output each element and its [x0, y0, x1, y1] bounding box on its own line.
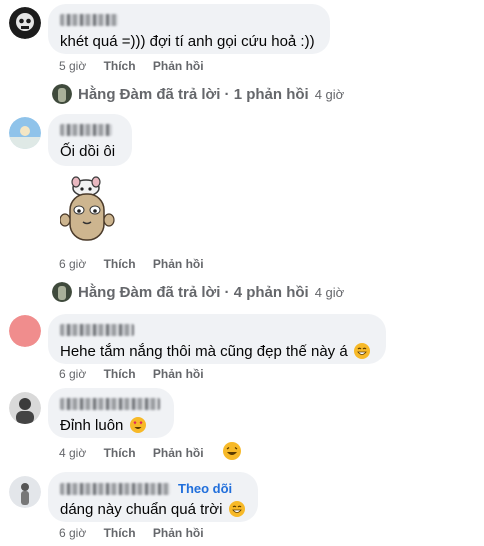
avatar[interactable] — [9, 7, 41, 39]
comment-actions: 6 giờ Thích Phản hồi — [59, 526, 218, 540]
reply-button[interactable]: Phản hồi — [153, 367, 204, 381]
comment-actions: 5 giờ Thích Phản hồi — [59, 59, 218, 73]
haha-reaction-icon[interactable] — [223, 442, 241, 460]
comment-time[interactable]: 6 giờ — [59, 526, 86, 540]
reply-button[interactable]: Phản hồi — [153, 526, 204, 540]
comment-text: dáng này chuẩn quá trời — [60, 500, 246, 520]
view-replies-link[interactable]: Hằng Đàm đã trả lời · 4 phản hồi 4 giờ — [52, 282, 344, 302]
commenter-header: Theo dõi — [60, 481, 246, 496]
comment-time[interactable]: 6 giờ — [59, 367, 86, 381]
comment-time[interactable]: 5 giờ — [59, 59, 86, 73]
comment-text: Đỉnh luôn — [60, 416, 162, 436]
grinning-emoji-icon — [228, 501, 245, 517]
heart-eyes-emoji-icon — [129, 417, 146, 433]
commenter-name-blurred[interactable] — [60, 14, 118, 26]
avatar[interactable] — [9, 392, 41, 424]
like-button[interactable]: Thích — [104, 526, 136, 540]
avatar[interactable] — [9, 117, 41, 149]
follow-button[interactable]: Theo dõi — [178, 481, 232, 496]
like-button[interactable]: Thích — [104, 446, 136, 460]
reply-summary-time: 4 giờ — [314, 86, 345, 102]
reply-summary-time: 4 giờ — [314, 284, 345, 300]
reply-button[interactable]: Phản hồi — [153, 257, 204, 271]
grinning-emoji-icon — [353, 343, 370, 359]
reply-button[interactable]: Phản hồi — [153, 59, 204, 73]
replier-avatar — [52, 84, 72, 104]
replier-avatar — [52, 282, 72, 302]
comment-bubble: Ối dồi ôi — [48, 114, 132, 166]
comment-bubble: khét quá =))) đợi tí anh gọi cứu hoả :)) — [48, 4, 330, 54]
comment-bubble: Đỉnh luôn — [48, 388, 174, 438]
comment-bubble: Hehe tắm nắng thôi mà cũng đẹp thế này á — [48, 314, 386, 364]
comment-actions: 6 giờ Thích Phản hồi — [59, 367, 218, 381]
view-replies-link[interactable]: Hằng Đàm đã trả lời · 1 phản hồi 4 giờ — [52, 84, 344, 104]
comment-text: Ối dồi ôi — [60, 143, 116, 160]
avatar[interactable] — [9, 315, 41, 347]
reply-summary-label: Hằng Đàm đã trả lời · 4 phản hồi — [78, 283, 309, 301]
comment-time[interactable]: 4 giờ — [59, 446, 86, 460]
comment-bubble: Theo dõi dáng này chuẩn quá trời — [48, 472, 258, 522]
comment-sticker — [59, 176, 116, 248]
comment-text: khét quá =))) đợi tí anh gọi cứu hoả :)) — [60, 33, 315, 50]
avatar[interactable] — [9, 476, 41, 508]
commenter-name-blurred[interactable] — [60, 124, 112, 136]
like-button[interactable]: Thích — [104, 367, 136, 381]
comment-text: Hehe tắm nắng thôi mà cũng đẹp thế này á — [60, 342, 374, 362]
comment-time[interactable]: 6 giờ — [59, 257, 86, 271]
commenter-name-blurred[interactable] — [60, 324, 134, 336]
commenter-name-blurred[interactable] — [60, 482, 170, 495]
reply-summary-label: Hằng Đàm đã trả lời · 1 phản hồi — [78, 85, 309, 103]
commenter-name-blurred[interactable] — [60, 398, 160, 410]
reply-button[interactable]: Phản hồi — [153, 446, 204, 460]
like-button[interactable]: Thích — [104, 59, 136, 73]
like-button[interactable]: Thích — [104, 257, 136, 271]
comment-actions: 4 giờ Thích Phản hồi — [59, 446, 218, 460]
comment-actions: 6 giờ Thích Phản hồi — [59, 257, 218, 271]
